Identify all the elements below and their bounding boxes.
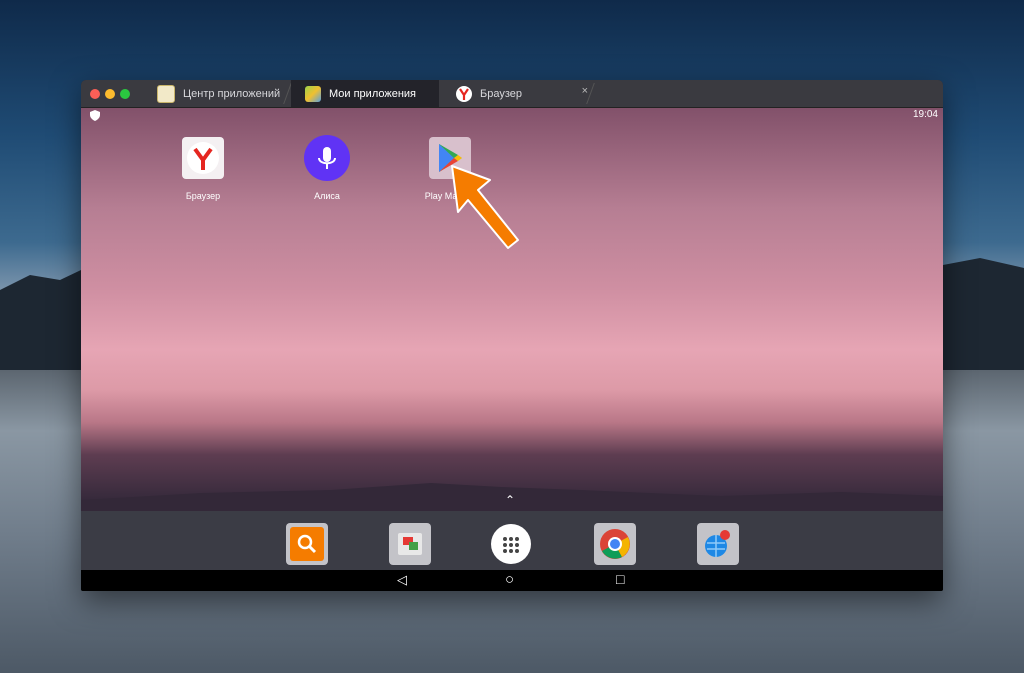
tab-my-apps[interactable]: Мои приложения (291, 80, 439, 107)
search-app-icon[interactable] (286, 523, 328, 565)
tab-label: Центр приложений (183, 87, 281, 100)
app-drawer-icon[interactable] (491, 524, 531, 564)
bluestacks-icon (305, 85, 321, 102)
status-bar: 19:04 (81, 108, 943, 122)
navigation-bar: ◁ ○ □ (81, 570, 943, 591)
tab-close-button[interactable]: × (582, 85, 588, 97)
home-button[interactable]: ○ (505, 571, 514, 588)
chrome-icon[interactable] (594, 523, 636, 565)
app-alice[interactable]: Алиса (282, 135, 372, 201)
yandex-browser-icon (182, 137, 224, 179)
recents-button[interactable]: □ (616, 571, 624, 587)
back-button[interactable]: ◁ (397, 572, 407, 588)
tab-label: Браузер (480, 87, 522, 100)
maximize-window-button[interactable] (120, 89, 130, 99)
app-label: Браузер (185, 191, 221, 201)
minimize-window-button[interactable] (105, 89, 115, 99)
app-drawer-chevron[interactable]: ⌃ (505, 493, 515, 507)
dock (81, 511, 943, 570)
app-label: Алиса (314, 191, 340, 201)
pointer-arrow (451, 165, 519, 249)
status-clock: 19:04 (912, 109, 938, 120)
title-bar: Центр приложений Мои приложения Браузер … (81, 80, 943, 108)
app-browser[interactable]: Браузер (158, 137, 248, 201)
alice-mic-icon (304, 135, 350, 181)
close-window-button[interactable] (90, 89, 100, 99)
world-map-icon[interactable] (697, 523, 739, 565)
tab-label: Мои приложения (329, 87, 417, 100)
gallery-app-icon[interactable] (389, 523, 431, 565)
shield-icon (90, 110, 100, 121)
tab-browser[interactable]: Браузер × (446, 80, 588, 107)
yandex-browser-icon (456, 85, 472, 102)
app-center-icon (157, 84, 175, 103)
tab-app-center[interactable]: Центр приложений (149, 80, 284, 107)
